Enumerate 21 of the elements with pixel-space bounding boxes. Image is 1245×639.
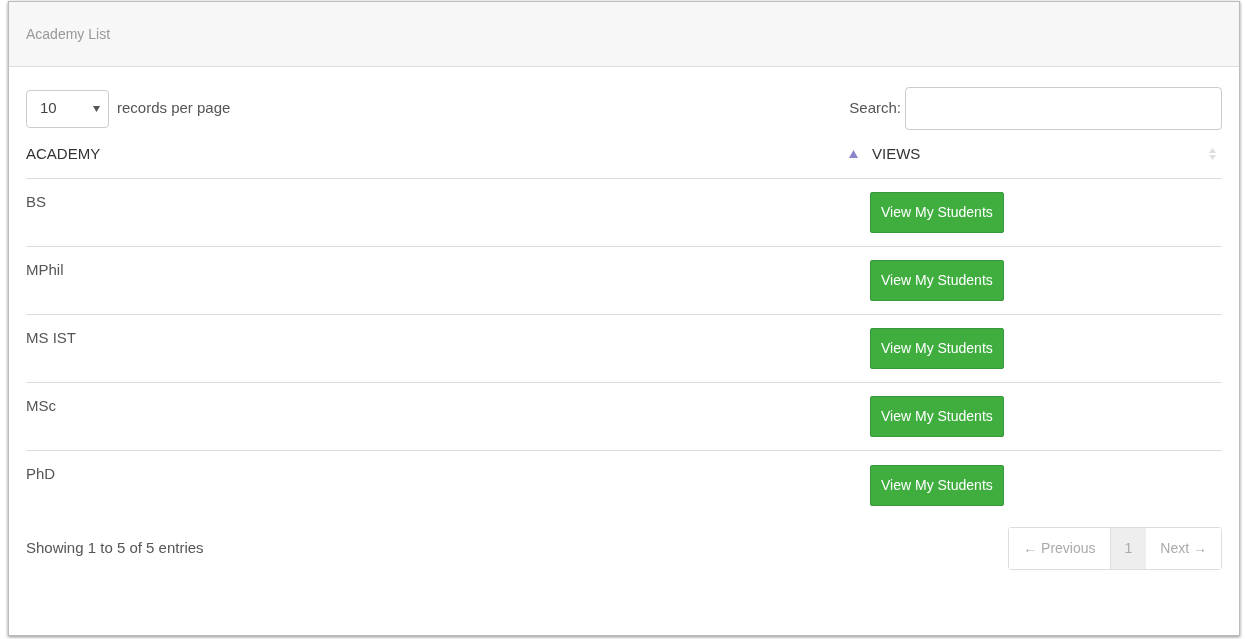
view-students-button[interactable]: View My Students: [870, 396, 1004, 437]
view-students-button[interactable]: View My Students: [870, 260, 1004, 301]
page-button[interactable]: 1: [1110, 528, 1147, 569]
caret-icon: [93, 105, 100, 112]
page-length-select[interactable]: 10: [26, 89, 109, 128]
table-cell-text: PhD: [26, 464, 56, 484]
view-students-button[interactable]: View My Students: [870, 192, 1004, 233]
table-cell-text: MPhil: [26, 260, 64, 280]
view-students-button[interactable]: View My Students: [870, 328, 1004, 369]
entries-info: Showing 1 to 5 of 5 entries: [26, 538, 204, 559]
table-cell-text: MS IST: [26, 328, 76, 348]
table-cell-text: MSc: [26, 396, 56, 416]
view-students-button[interactable]: View My Students: [870, 464, 1004, 506]
search-label: Search:: [849, 98, 901, 119]
previous-button[interactable]: ← Previous: [1009, 528, 1111, 569]
panel-title: Academy List: [26, 24, 111, 44]
search-field[interactable]: [905, 87, 1222, 130]
table-cell-text: BS: [26, 192, 46, 212]
length-label: records per page: [117, 98, 231, 119]
column-header[interactable]: VIEWS: [872, 142, 921, 166]
column-header[interactable]: ACADEMY: [26, 142, 101, 166]
